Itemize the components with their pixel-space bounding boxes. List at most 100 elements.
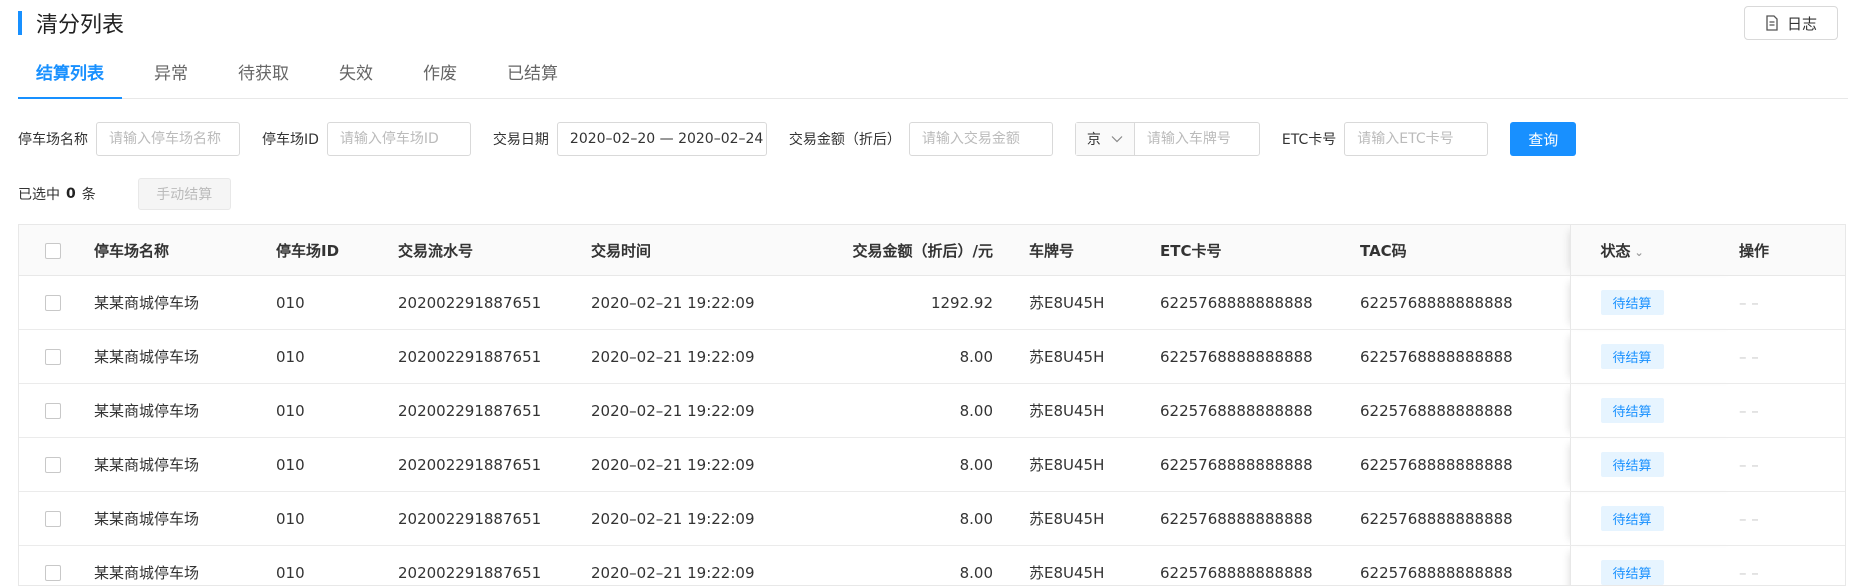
header-plate: 车牌号 bbox=[1029, 225, 1160, 276]
manual-settle-button[interactable]: 手动结算 bbox=[138, 178, 231, 210]
cell-etc: 6225768888888888 bbox=[1160, 384, 1360, 438]
header-serial: 交易流水号 bbox=[398, 225, 591, 276]
status-badge: 待结算 bbox=[1601, 560, 1664, 585]
cell-amount: 8.00 bbox=[785, 546, 1029, 586]
etc-label: ETC卡号 bbox=[1282, 129, 1336, 149]
cell-serial: 202002291887651 bbox=[398, 276, 591, 330]
page-title: 清分列表 bbox=[36, 7, 124, 39]
cell-lot-name: 某某商城停车场 bbox=[94, 492, 276, 546]
chevron-down-icon: ⌄ bbox=[1635, 246, 1644, 259]
cell-time: 2020–02–21 19:22:09 bbox=[591, 438, 785, 492]
log-button[interactable]: 日志 bbox=[1744, 6, 1838, 40]
cell-plate: 苏E8U45H bbox=[1029, 438, 1160, 492]
date-label: 交易日期 bbox=[493, 129, 549, 149]
cell-plate: 苏E8U45H bbox=[1029, 330, 1160, 384]
header-status-label: 状态 bbox=[1601, 242, 1631, 260]
header-time: 交易时间 bbox=[591, 225, 785, 276]
query-button[interactable]: 查询 bbox=[1510, 122, 1576, 156]
cell-lot-id: 010 bbox=[276, 492, 398, 546]
cell-plate: 苏E8U45H bbox=[1029, 492, 1160, 546]
cell-tac: 6225768888888888 bbox=[1360, 384, 1570, 438]
header-lot-name: 停车场名称 bbox=[94, 225, 276, 276]
cell-etc: 6225768888888888 bbox=[1160, 276, 1360, 330]
status-badge: 待结算 bbox=[1601, 344, 1664, 369]
selection-count: 0 bbox=[66, 186, 76, 202]
tab-pending-fetch[interactable]: 待获取 bbox=[220, 60, 307, 98]
tab-settlement-list[interactable]: 结算列表 bbox=[18, 60, 122, 98]
cell-time: 2020–02–21 19:22:09 bbox=[591, 492, 785, 546]
plate-province-value: 京 bbox=[1087, 129, 1101, 149]
tab-invalid[interactable]: 失效 bbox=[321, 60, 391, 98]
cell-lot-id: 010 bbox=[276, 384, 398, 438]
date-range-picker[interactable]: 2020–02–20 — 2020–02–24 bbox=[557, 122, 767, 156]
row-checkbox[interactable] bbox=[45, 403, 61, 419]
cell-amount: 8.00 bbox=[785, 384, 1029, 438]
row-checkbox[interactable] bbox=[45, 565, 61, 581]
cell-time: 2020–02–21 19:22:09 bbox=[591, 546, 785, 586]
log-button-label: 日志 bbox=[1787, 13, 1817, 34]
cell-time: 2020–02–21 19:22:09 bbox=[591, 276, 785, 330]
table-row: 某某商城停车场 010 202002291887651 2020–02–21 1… bbox=[19, 384, 1845, 438]
header-amount: 交易金额（折后）/元 bbox=[785, 225, 1029, 276]
table-row: 某某商城停车场 010 202002291887651 2020–02–21 1… bbox=[19, 276, 1845, 330]
date-range-value: 2020–02–20 — 2020–02–24 bbox=[570, 123, 763, 155]
cell-amount: 1292.92 bbox=[785, 276, 1029, 330]
cell-lot-name: 某某商城停车场 bbox=[94, 384, 276, 438]
cell-lot-name: 某某商城停车场 bbox=[94, 438, 276, 492]
cell-lot-id: 010 bbox=[276, 276, 398, 330]
lot-id-input[interactable]: 请输入停车场ID bbox=[327, 122, 471, 156]
cell-action: – – bbox=[1739, 276, 1845, 330]
table-row: 某某商城停车场 010 202002291887651 2020–02–21 1… bbox=[19, 330, 1845, 384]
select-all-checkbox[interactable] bbox=[45, 243, 61, 259]
status-badge: 待结算 bbox=[1601, 398, 1664, 423]
cell-etc: 6225768888888888 bbox=[1160, 438, 1360, 492]
header-etc: ETC卡号 bbox=[1160, 225, 1360, 276]
lot-id-label: 停车场ID bbox=[262, 129, 319, 149]
selection-bar: 已选中 0 条 手动结算 bbox=[18, 177, 231, 211]
tab-abnormal[interactable]: 异常 bbox=[136, 60, 206, 98]
row-checkbox[interactable] bbox=[45, 349, 61, 365]
row-checkbox[interactable] bbox=[45, 457, 61, 473]
cell-amount: 8.00 bbox=[785, 492, 1029, 546]
tab-settled[interactable]: 已结算 bbox=[489, 60, 576, 98]
amount-input[interactable]: 请输入交易金额 bbox=[909, 122, 1053, 156]
table-row: 某某商城停车场 010 202002291887651 2020–02–21 1… bbox=[19, 546, 1845, 586]
plate-input-group: 京 请输入车牌号 bbox=[1075, 122, 1260, 156]
status-badge: 待结算 bbox=[1601, 290, 1664, 315]
cell-tac: 6225768888888888 bbox=[1360, 330, 1570, 384]
row-checkbox[interactable] bbox=[45, 511, 61, 527]
plate-province-select[interactable]: 京 bbox=[1076, 123, 1135, 155]
cell-plate: 苏E8U45H bbox=[1029, 276, 1160, 330]
cell-lot-name: 某某商城停车场 bbox=[94, 546, 276, 586]
table-header-row: 停车场名称 停车场ID 交易流水号 交易时间 交易金额（折后）/元 车牌号 ET… bbox=[19, 225, 1845, 276]
cell-tac: 6225768888888888 bbox=[1360, 546, 1570, 586]
cell-serial: 202002291887651 bbox=[398, 546, 591, 586]
cell-amount: 8.00 bbox=[785, 330, 1029, 384]
cell-plate: 苏E8U45H bbox=[1029, 546, 1160, 586]
plate-number-input[interactable]: 请输入车牌号 bbox=[1135, 123, 1259, 155]
cell-serial: 202002291887651 bbox=[398, 438, 591, 492]
tab-bar: 结算列表 异常 待获取 失效 作废 已结算 bbox=[18, 60, 1848, 99]
cell-serial: 202002291887651 bbox=[398, 492, 591, 546]
cell-tac: 6225768888888888 bbox=[1360, 438, 1570, 492]
selection-suffix: 条 bbox=[82, 184, 96, 204]
cell-etc: 6225768888888888 bbox=[1160, 546, 1360, 586]
cell-time: 2020–02–21 19:22:09 bbox=[591, 384, 785, 438]
cell-action: – – bbox=[1739, 546, 1845, 586]
cell-lot-name: 某某商城停车场 bbox=[94, 330, 276, 384]
cell-tac: 6225768888888888 bbox=[1360, 492, 1570, 546]
cell-action: – – bbox=[1739, 492, 1845, 546]
cell-etc: 6225768888888888 bbox=[1160, 492, 1360, 546]
selection-prefix: 已选中 bbox=[18, 184, 60, 204]
lot-name-input[interactable]: 请输入停车场名称 bbox=[96, 122, 240, 156]
etc-input[interactable]: 请输入ETC卡号 bbox=[1344, 122, 1488, 156]
amount-label: 交易金额（折后） bbox=[789, 129, 901, 149]
cell-lot-name: 某某商城停车场 bbox=[94, 276, 276, 330]
tab-voided[interactable]: 作废 bbox=[405, 60, 475, 98]
cell-plate: 苏E8U45H bbox=[1029, 384, 1160, 438]
header-status[interactable]: 状态 ⌄ bbox=[1570, 225, 1739, 276]
cell-time: 2020–02–21 19:22:09 bbox=[591, 330, 785, 384]
filter-bar: 停车场名称 请输入停车场名称 停车场ID 请输入停车场ID 交易日期 2020–… bbox=[18, 121, 1576, 157]
row-checkbox[interactable] bbox=[45, 295, 61, 311]
document-icon bbox=[1765, 15, 1779, 31]
